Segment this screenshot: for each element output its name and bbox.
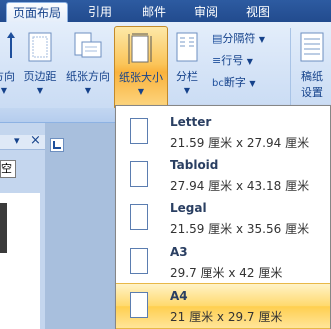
line-numbers-icon: ≡ bbox=[212, 54, 222, 67]
paper-size-item-tabloid[interactable]: Tabloid 27.94 厘米 x 43.18 厘米 bbox=[116, 153, 330, 197]
margins-label: 页边距 bbox=[23, 70, 57, 83]
line-numbers-button[interactable]: ≡行号 ▼ bbox=[212, 52, 253, 70]
hyphenation-icon: bc bbox=[212, 78, 224, 89]
paper-size-item-a3[interactable]: A3 29.7 厘米 x 42 厘米 bbox=[116, 240, 330, 284]
orientation-button[interactable]: 纸张方向 ▼ bbox=[62, 26, 114, 108]
chevron-down-icon: ▼ bbox=[0, 86, 8, 95]
tab-references[interactable]: 引用 bbox=[80, 2, 120, 22]
paper-size-dimensions: 21.59 厘米 x 27.94 厘米 bbox=[170, 136, 310, 150]
orientation-label: 纸张方向 bbox=[66, 70, 110, 83]
left-pane: ▾ × 空 bbox=[0, 123, 45, 329]
paper-size-dimensions: 27.94 厘米 x 43.18 厘米 bbox=[170, 179, 310, 193]
text-direction-label: 方向 bbox=[0, 70, 15, 83]
text-direction-icon bbox=[7, 32, 15, 58]
paper-size-button[interactable]: 纸张大小 ▼ bbox=[114, 26, 168, 110]
chevron-down-icon: ▼ bbox=[137, 87, 145, 96]
hyphenation-label: 断字 bbox=[223, 76, 246, 89]
paper-size-dimensions: 21 厘米 x 29.7 厘米 bbox=[170, 310, 283, 324]
paper-size-name: Tabloid bbox=[170, 158, 219, 172]
paper-size-label: 纸张大小 bbox=[119, 71, 163, 84]
text-direction-button[interactable]: 方向 ▼ bbox=[0, 26, 22, 108]
page-icon bbox=[130, 204, 148, 230]
paper-size-menu: Letter 21.59 厘米 x 27.94 厘米 Tabloid 27.94… bbox=[115, 105, 331, 329]
paper-size-name: A4 bbox=[170, 289, 188, 303]
paper-size-dimensions: 29.7 厘米 x 42 厘米 bbox=[170, 266, 283, 280]
left-pane-header: ▾ × bbox=[0, 133, 45, 150]
columns-button[interactable]: 分栏 ▼ bbox=[170, 26, 204, 108]
breaks-label: 分隔符 bbox=[222, 32, 256, 45]
paper-size-item-letter[interactable]: Letter 21.59 厘米 x 27.94 厘米 bbox=[116, 110, 330, 154]
chevron-down-icon: ▼ bbox=[84, 86, 92, 95]
tab-stop-icon bbox=[53, 141, 61, 149]
breaks-icon: ▤ bbox=[212, 32, 223, 45]
paper-size-name: Letter bbox=[170, 115, 212, 129]
tab-page-layout[interactable]: 页面布局 bbox=[6, 2, 68, 23]
page-icon bbox=[130, 292, 148, 318]
stationery-icon bbox=[300, 32, 324, 62]
chevron-down-icon: ▼ bbox=[246, 57, 253, 66]
orientation-icon bbox=[74, 32, 102, 58]
chevron-down-icon: ▼ bbox=[183, 86, 191, 95]
stationery-label-2: 设置 bbox=[301, 86, 323, 99]
hyphenation-button[interactable]: bc断字 ▼ bbox=[212, 74, 256, 92]
page-icon bbox=[130, 161, 148, 187]
paper-size-icon bbox=[128, 33, 152, 64]
ribbon-tab-strip: 页面布局 引用 邮件 审阅 视图 bbox=[0, 0, 331, 23]
tab-selector-icon[interactable] bbox=[50, 138, 64, 152]
tab-mailings[interactable]: 邮件 bbox=[134, 2, 174, 22]
margins-icon bbox=[28, 32, 52, 62]
document-thumbnail bbox=[0, 203, 7, 253]
page-icon bbox=[130, 118, 148, 144]
paper-size-name: Legal bbox=[170, 201, 207, 215]
columns-icon bbox=[176, 32, 198, 62]
paper-size-item-legal[interactable]: Legal 21.59 厘米 x 35.56 厘米 bbox=[116, 196, 330, 240]
columns-label: 分栏 bbox=[176, 70, 198, 83]
chevron-down-icon: ▼ bbox=[249, 79, 256, 88]
paper-size-item-a4[interactable]: A4 21 厘米 x 29.7 厘米 bbox=[116, 283, 330, 329]
pane-text-box-value: 空 bbox=[1, 162, 12, 175]
stationery-settings-button[interactable]: 稿纸 设置 bbox=[294, 26, 330, 108]
paper-size-dimensions: 21.59 厘米 x 35.56 厘米 bbox=[170, 222, 310, 236]
page-icon bbox=[130, 248, 148, 274]
chevron-down-icon: ▼ bbox=[258, 35, 266, 44]
chevron-down-icon: ▼ bbox=[36, 86, 44, 95]
tab-review[interactable]: 审阅 bbox=[186, 2, 226, 22]
pane-text-box[interactable]: 空 bbox=[0, 160, 16, 178]
pin-icon[interactable]: ▾ bbox=[14, 134, 20, 147]
margins-button[interactable]: 页边距 ▼ bbox=[20, 26, 60, 108]
stationery-label-1: 稿纸 bbox=[301, 70, 323, 83]
line-numbers-label: 行号 bbox=[221, 54, 244, 67]
paper-size-name: A3 bbox=[170, 245, 188, 259]
tab-view[interactable]: 视图 bbox=[238, 2, 278, 22]
close-icon[interactable]: × bbox=[30, 133, 41, 148]
breaks-button[interactable]: ▤分隔符 ▼ bbox=[212, 30, 265, 48]
